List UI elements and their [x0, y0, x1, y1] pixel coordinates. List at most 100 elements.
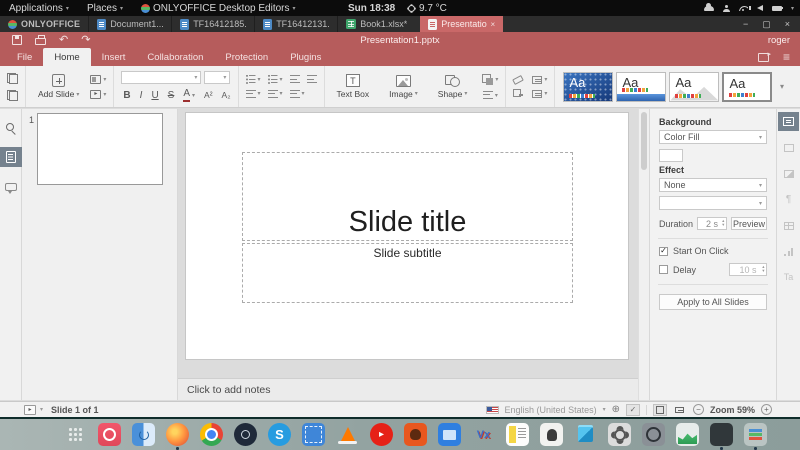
increase-indent-icon[interactable]	[306, 75, 317, 84]
apply-to-all-slides-button[interactable]: Apply to All Slides	[659, 294, 767, 310]
dock-item-youtube[interactable]: ▸	[370, 423, 393, 446]
dock-item-onlyoffice[interactable]	[744, 423, 767, 450]
line-spacing-button[interactable]: ▾	[289, 89, 305, 98]
slide-1[interactable]: Slide title Slide subtitle	[186, 113, 628, 359]
slide-1-thumbnail[interactable]	[37, 113, 163, 185]
slide-settings-tab[interactable]	[778, 112, 799, 131]
dock-item-skype[interactable]: S	[268, 423, 291, 446]
start-slideshow-button[interactable]: ▸	[24, 404, 36, 415]
font-color-button[interactable]: A	[183, 89, 191, 102]
dock-item-file-manager[interactable]	[132, 423, 155, 446]
theme-thumbnail-gray-hills[interactable]: Aa	[669, 71, 720, 102]
set-language-globe-icon[interactable]: ⊕	[612, 404, 620, 415]
dock-item-mail[interactable]	[302, 423, 325, 446]
onlyoffice-home-tab[interactable]: ONLYOFFICE	[0, 16, 88, 32]
font-size-select[interactable]: ▾	[204, 71, 231, 85]
zoom-out-button[interactable]: −	[692, 404, 704, 415]
dock-item-terminal[interactable]	[710, 423, 733, 450]
slide-size-button[interactable]: ▾	[532, 89, 547, 98]
spinner-arrows-icon[interactable]: ▴ ▾	[762, 264, 764, 274]
start-on-click-row[interactable]: ✓ Start On Click	[659, 246, 767, 256]
color-scheme-button[interactable]: ▾	[532, 75, 547, 84]
background-color-swatch[interactable]	[659, 149, 683, 162]
tab-presentation1-active[interactable]: Presentation... ×	[420, 16, 504, 32]
zoom-in-button[interactable]: +	[761, 404, 772, 415]
image-button[interactable]: Image ▾	[384, 74, 423, 99]
vertical-align-button[interactable]: ▾	[267, 89, 283, 98]
search-panel-button[interactable]	[0, 118, 22, 138]
subscript-button[interactable]: A₂	[222, 91, 231, 100]
theme-thumbnail-white-selected[interactable]: Aa	[722, 71, 773, 102]
applications-menu[interactable]: Applications ▾	[0, 0, 78, 16]
duration-spinner[interactable]: 2 s ▴ ▾	[697, 217, 727, 230]
underline-button[interactable]: U	[151, 90, 158, 101]
chevron-down-icon[interactable]: ▾	[40, 406, 43, 413]
image-settings-tab[interactable]	[778, 164, 799, 183]
fit-to-slide-button[interactable]	[652, 403, 667, 416]
italic-button[interactable]: I	[140, 90, 143, 101]
tab-tf16412185[interactable]: TF16412185....	[171, 16, 254, 32]
subtitle-placeholder[interactable]: Slide subtitle	[242, 243, 573, 303]
superscript-button[interactable]: A²	[204, 91, 213, 100]
tray-chevron-down-icon[interactable]: ▾	[791, 5, 794, 12]
clear-style-icon[interactable]	[512, 75, 525, 85]
arrange-shape-button[interactable]: ▾	[482, 73, 498, 85]
font-name-select[interactable]: ▾	[121, 71, 202, 85]
dock-item-steam[interactable]	[234, 423, 257, 446]
weather-indicator[interactable]: 9.7 °C	[408, 3, 447, 14]
dock-item-system-monitor[interactable]	[676, 423, 699, 446]
undo-button[interactable]: ↶	[59, 34, 68, 46]
dock-item-settings[interactable]	[608, 423, 631, 446]
places-menu[interactable]: Places ▾	[78, 0, 132, 16]
maximize-button[interactable]: ▢	[762, 19, 771, 30]
numbering-button[interactable]: ▾	[267, 75, 283, 84]
paste-icon[interactable]	[7, 89, 18, 101]
cloud-icon[interactable]	[703, 2, 714, 11]
comments-panel-button[interactable]	[0, 176, 22, 196]
textart-settings-tab[interactable]: Ta	[778, 268, 799, 287]
print-button[interactable]	[35, 35, 46, 45]
dock-item-show-apps[interactable]	[64, 423, 87, 446]
notes-area[interactable]: Click to add notes	[178, 378, 638, 400]
dock-item-mascot-app[interactable]	[404, 423, 427, 446]
vertical-scrollbar[interactable]	[638, 109, 649, 400]
save-button[interactable]	[12, 35, 22, 45]
preview-button[interactable]: Preview	[730, 217, 767, 230]
delay-spinner[interactable]: 10 s ▴ ▾	[729, 263, 767, 276]
effect-select[interactable]: None ▾	[659, 178, 767, 192]
battery-icon[interactable]	[771, 5, 784, 11]
chevron-down-icon[interactable]: ▾	[603, 406, 606, 413]
spinner-arrows-icon[interactable]: ▴ ▾	[722, 218, 724, 228]
view-settings-icon[interactable]: ≡	[783, 51, 790, 63]
background-fill-select[interactable]: Color Fill ▾	[659, 130, 767, 144]
tab-collaboration[interactable]: Collaboration	[136, 48, 214, 66]
delay-checkbox[interactable]	[659, 265, 668, 274]
tab-protection[interactable]: Protection	[214, 48, 279, 66]
tab-document1[interactable]: Document1....	[88, 16, 171, 32]
dock-item-screenshot[interactable]	[98, 423, 121, 446]
start-on-click-checkbox[interactable]: ✓	[659, 246, 668, 256]
text-box-button[interactable]: T Text Box	[332, 74, 375, 99]
fit-to-width-button[interactable]	[672, 403, 687, 416]
paragraph-settings-tab[interactable]: ¶	[778, 190, 799, 209]
tab-insert[interactable]: Insert	[91, 48, 137, 66]
effect-type-select[interactable]: ▾	[659, 196, 767, 210]
horizontal-align-button[interactable]: ▾	[245, 89, 261, 98]
close-window-button[interactable]: ×	[785, 19, 790, 29]
open-file-location-icon[interactable]	[757, 50, 771, 62]
tab-tf16412131[interactable]: TF16412131....	[254, 16, 337, 32]
active-app-menu[interactable]: ONLYOFFICE Desktop Editors ▾	[132, 0, 305, 16]
decrease-indent-icon[interactable]	[289, 75, 300, 84]
copy-icon[interactable]	[7, 72, 18, 84]
dock-item-sticker-app[interactable]	[540, 423, 563, 446]
slides-panel-button[interactable]	[0, 147, 22, 167]
copy-style-icon[interactable]	[513, 89, 524, 97]
redo-button[interactable]: ↷	[81, 34, 90, 46]
wifi-icon[interactable]	[738, 5, 748, 11]
add-slide-button[interactable]: Add Slide ▾	[33, 74, 84, 99]
dock-item-firefox[interactable]	[166, 423, 189, 450]
spell-check-button[interactable]: ✓	[625, 403, 640, 416]
zoom-level[interactable]: Zoom 59%	[710, 405, 755, 415]
language-selector[interactable]: English (United States)	[505, 405, 597, 415]
dock-item-notes-app[interactable]	[506, 423, 529, 446]
